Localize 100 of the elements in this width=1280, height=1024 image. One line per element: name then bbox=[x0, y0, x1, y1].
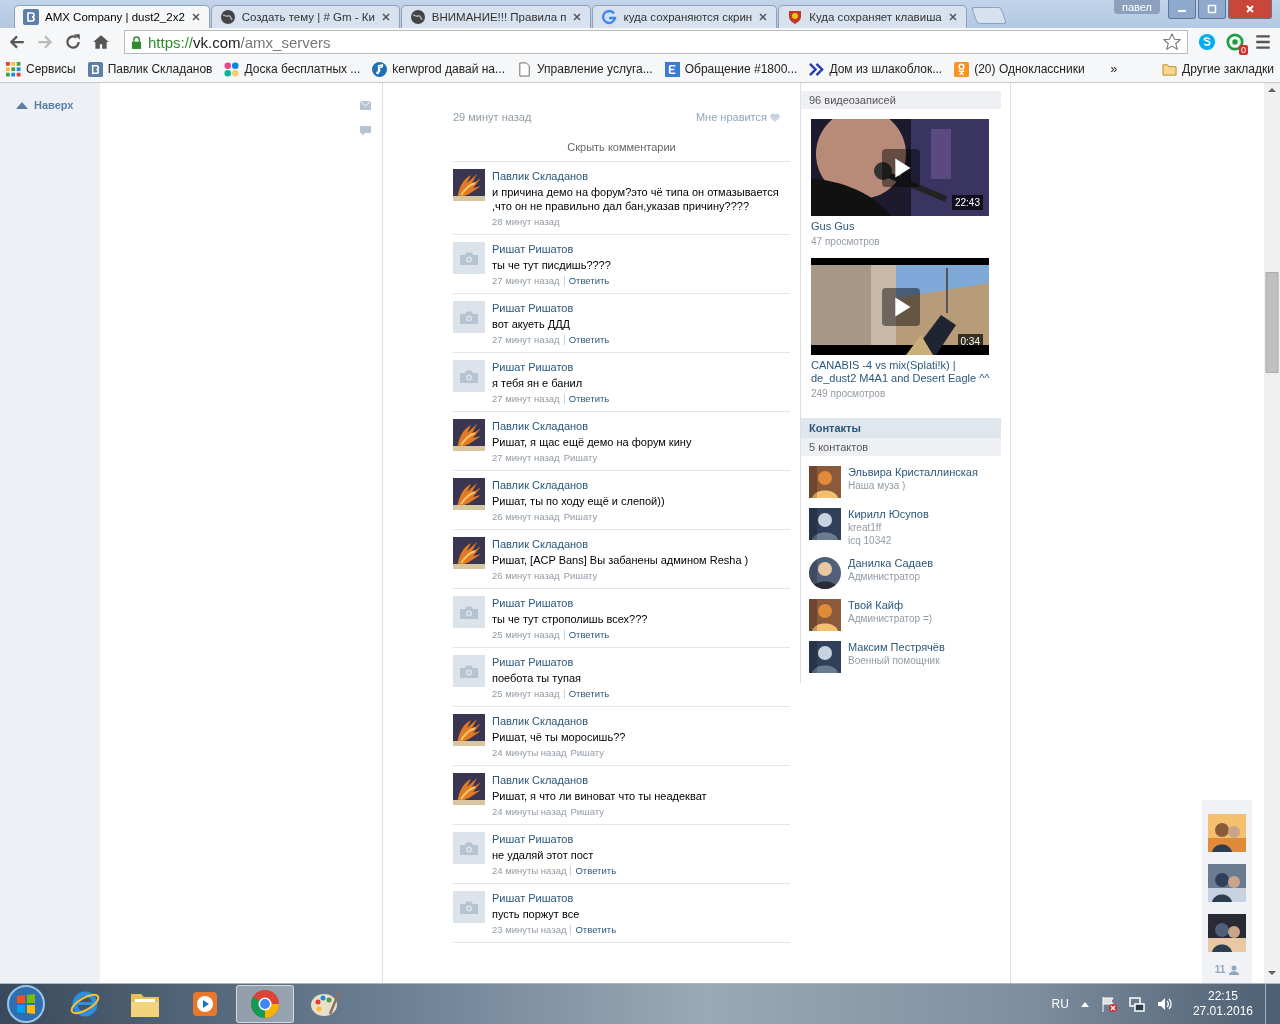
comment-author[interactable]: Ришат Ришатов bbox=[492, 891, 574, 905]
camera-icon bbox=[460, 605, 478, 619]
language-indicator[interactable]: RU bbox=[1051, 997, 1069, 1011]
close-icon[interactable] bbox=[758, 12, 769, 22]
comment-text: Ришат, ты по ходу ещё и слепой)) bbox=[492, 494, 665, 508]
home-icon[interactable] bbox=[92, 33, 110, 51]
address-bar[interactable]: https://vk.com/amx_servers bbox=[124, 30, 1188, 54]
play-icon[interactable] bbox=[881, 288, 921, 326]
reply-link[interactable]: Ответить bbox=[575, 864, 617, 878]
reply-link[interactable]: Ответить bbox=[575, 923, 617, 937]
contact-name[interactable]: Максим Пестрячёв bbox=[848, 641, 945, 654]
lock-icon bbox=[131, 35, 142, 49]
comment-author[interactable]: Ришат Ришатов bbox=[492, 596, 574, 610]
comment-author[interactable]: Ришат Ришатов bbox=[492, 360, 574, 374]
scrollbar[interactable] bbox=[1264, 83, 1280, 983]
close-window-button[interactable] bbox=[1228, 0, 1272, 19]
videos-count: 96 видеозаписей bbox=[809, 94, 896, 106]
comment-text: вот акуеть ДДД bbox=[492, 317, 571, 331]
action-center-flag-icon[interactable] bbox=[1100, 996, 1117, 1012]
other-bookmarks[interactable]: Другие закладки bbox=[1162, 61, 1274, 77]
video-views: 47 просмотров bbox=[811, 235, 880, 248]
back-to-top-link[interactable]: Наверх bbox=[0, 83, 100, 111]
back-icon[interactable] bbox=[8, 33, 26, 51]
video-title[interactable]: Gus Gus bbox=[811, 220, 855, 233]
contact-role: Наша муза ) bbox=[848, 479, 907, 492]
bookmark[interactable]: Дом из шлакоблок... bbox=[809, 61, 943, 77]
comment-text: я тебя ян е банил bbox=[492, 376, 583, 390]
browser-tab[interactable]: куда сохраняются скрин bbox=[592, 5, 778, 28]
extension-badge: 0 bbox=[1239, 45, 1248, 55]
comment-time: 26 минут назад bbox=[492, 569, 560, 583]
browser-tab[interactable]: Куда сохраняет клавиша bbox=[778, 5, 967, 28]
comment-author[interactable]: Павлик Складанов bbox=[492, 773, 589, 787]
show-hidden-icons-icon[interactable] bbox=[1080, 1001, 1089, 1007]
comment-author[interactable]: Ришат Ришатов bbox=[492, 655, 574, 669]
browser-tab[interactable]: ВНИМАНИЕ!!! Правила п bbox=[400, 5, 592, 28]
network-icon[interactable] bbox=[1128, 996, 1145, 1012]
globe-icon bbox=[219, 9, 236, 25]
camera-icon bbox=[460, 369, 478, 383]
vk-logo-icon bbox=[87, 61, 103, 77]
comment-time: 27 минут назад bbox=[492, 392, 560, 406]
comment-author[interactable]: Павлик Складанов bbox=[492, 714, 589, 728]
close-icon[interactable] bbox=[190, 12, 201, 22]
more-bookmarks-button[interactable]: » bbox=[1110, 62, 1118, 76]
comment-text: Ришат, чё ты моросишь?? bbox=[492, 730, 626, 744]
chrome-logo-icon bbox=[250, 989, 280, 1019]
folder-icon bbox=[1162, 61, 1178, 77]
volume-icon[interactable] bbox=[1156, 996, 1173, 1012]
video-title[interactable]: CANABIS -4 vs mix(Splati!k) | de_dust2 M4A1 and Desert Eagle ^^ bbox=[811, 359, 991, 385]
comment-author[interactable]: Ришат Ришатов bbox=[492, 242, 574, 256]
menu-icon[interactable] bbox=[1254, 33, 1272, 51]
comment-time: 25 минут назад bbox=[492, 687, 560, 701]
browser-tab[interactable]: Создать тему | # Gm - Ки bbox=[210, 5, 400, 28]
comment-author[interactable]: Павлик Складанов bbox=[492, 478, 589, 492]
chevrons-icon bbox=[809, 61, 825, 77]
hide-comments-link[interactable]: Скрыть комментарии bbox=[567, 141, 676, 153]
comment-author[interactable]: Павлик Складанов bbox=[492, 537, 589, 551]
bookmark[interactable]: Управление услуга... bbox=[517, 61, 653, 77]
bookmark-star-icon[interactable] bbox=[1163, 33, 1181, 51]
bookmark[interactable]: (20) Одноклассники bbox=[954, 61, 1085, 77]
video-thumbnail[interactable]: 22:43 bbox=[811, 119, 989, 216]
video-thumbnail[interactable]: 0:34 bbox=[811, 258, 989, 355]
contact-name[interactable]: Кирилл Юсупов bbox=[848, 508, 929, 521]
bookmark[interactable]: Обращение #1800... bbox=[664, 61, 798, 77]
close-icon[interactable] bbox=[380, 12, 391, 22]
reload-icon[interactable] bbox=[64, 33, 82, 51]
shield-icon bbox=[787, 9, 804, 25]
contact-name[interactable]: Эльвира Кристаллинская bbox=[848, 466, 978, 479]
reply-link[interactable]: Ответить bbox=[568, 687, 610, 701]
bookmark[interactable]: kerwprod давай на... bbox=[372, 61, 505, 77]
camera-icon bbox=[460, 251, 478, 265]
browser-tab[interactable]: AMX Company | dust2_2x2 bbox=[14, 5, 210, 28]
reply-link[interactable]: Ответить bbox=[568, 392, 610, 406]
maximize-button[interactable] bbox=[1198, 0, 1226, 19]
camera-icon bbox=[460, 841, 478, 855]
bookmark[interactable]: Доска бесплатных ... bbox=[224, 61, 361, 77]
comment-text: Ришат, [ACP Bans] Вы забанены админом Resha ) bbox=[492, 553, 749, 567]
reply-link[interactable]: Ответить bbox=[568, 274, 610, 288]
taskbar-app[interactable] bbox=[236, 985, 294, 1023]
close-icon[interactable] bbox=[947, 12, 958, 22]
heart-icon bbox=[770, 112, 780, 122]
comment-text: ты че тут строполишь всех??? bbox=[492, 612, 648, 626]
globe-icon bbox=[409, 9, 426, 25]
minimize-button[interactable] bbox=[1168, 0, 1196, 19]
comment-author[interactable]: Павлик Складанов bbox=[492, 169, 589, 183]
comment-author[interactable]: Ришат Ришатов bbox=[492, 832, 574, 846]
contact-name[interactable]: Данилка Садаев bbox=[848, 557, 934, 570]
play-icon[interactable] bbox=[881, 149, 921, 187]
clock[interactable]: 22:15 27.01.2016 bbox=[1192, 989, 1253, 1019]
start-button[interactable] bbox=[6, 984, 46, 1024]
comment-author[interactable]: Ришат Ришатов bbox=[492, 301, 574, 315]
comment-author[interactable]: Павлик Складанов bbox=[492, 419, 589, 433]
close-icon[interactable] bbox=[572, 12, 583, 22]
reply-link[interactable]: Ответить bbox=[568, 628, 610, 642]
bookmark[interactable]: Сервисы bbox=[6, 61, 76, 77]
post-time: 29 минут назад bbox=[453, 111, 532, 123]
extension-icon[interactable] bbox=[1226, 33, 1244, 51]
camera-icon bbox=[460, 900, 478, 914]
reply-link[interactable]: Ответить bbox=[568, 333, 610, 347]
contact-name[interactable]: Твой Кайф bbox=[848, 599, 933, 612]
bookmark[interactable]: Павлик Складанов bbox=[87, 61, 213, 77]
